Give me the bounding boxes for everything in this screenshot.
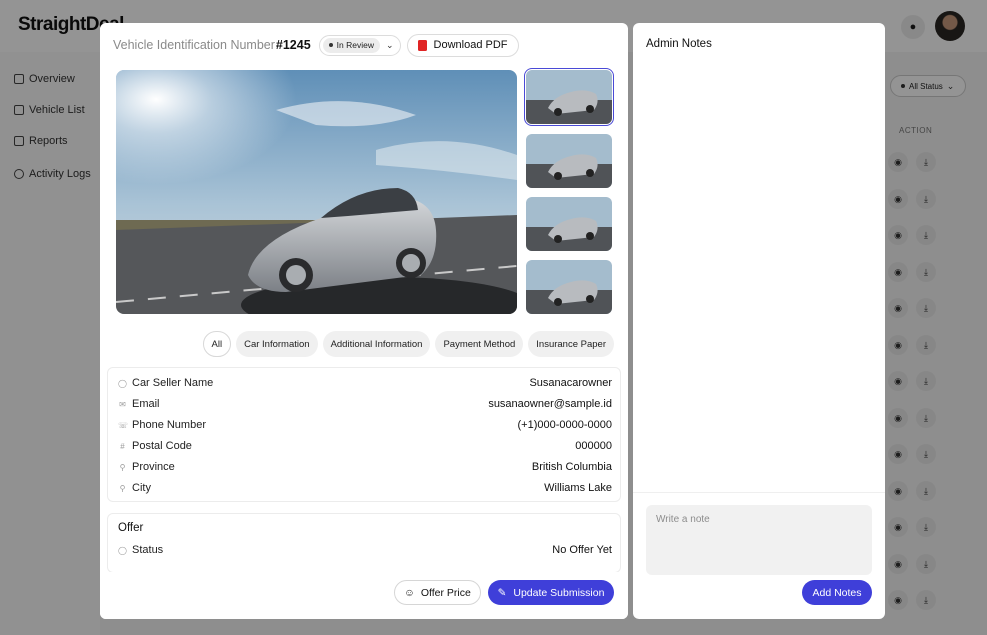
vin-label: Vehicle Identification Number xyxy=(113,38,275,52)
info-label: Phone Number xyxy=(132,419,206,431)
tab-car-information[interactable]: Car Information xyxy=(236,331,318,357)
photo-thumbnail[interactable] xyxy=(526,134,612,188)
thumbnail-image xyxy=(526,260,612,314)
seller-info-card: ◯ Car Seller Name Susanacarowner ✉ Email s… xyxy=(107,367,621,502)
panel-footer: ☺ Offer Price ✎ Update Submission xyxy=(100,572,628,619)
offer-card: Offer ◯ Status No Offer Yet xyxy=(107,513,621,573)
info-label: Car Seller Name xyxy=(132,377,214,389)
thumbnail-image xyxy=(526,70,612,124)
info-label: Province xyxy=(132,461,175,473)
photo-thumbnail[interactable] xyxy=(524,68,614,126)
info-value: No Offer Yet xyxy=(552,544,612,556)
info-row-city: ⚲ City Williams Lake xyxy=(118,479,612,497)
status-badge-label: In Review xyxy=(336,40,374,50)
add-notes-button[interactable]: Add Notes xyxy=(802,580,872,605)
note-input[interactable] xyxy=(646,505,872,575)
tab-payment-method[interactable]: Payment Method xyxy=(435,331,524,357)
info-value: British Columbia xyxy=(531,461,612,473)
info-row-email: ✉ Email susanaowner@sample.id xyxy=(118,395,612,413)
offer-price-label: Offer Price xyxy=(420,586,471,599)
divider xyxy=(633,492,885,493)
chevron-down-icon: ⌄ xyxy=(386,39,394,50)
phone-icon: ☏ xyxy=(118,420,129,430)
vehicle-detail-panel: Vehicle Identification Number #1245 In R… xyxy=(100,23,628,619)
user-icon: ◯ xyxy=(118,378,127,388)
pdf-icon xyxy=(417,39,427,51)
thumbnail-image xyxy=(526,197,612,251)
update-submission-button[interactable]: ✎ Update Submission xyxy=(488,580,614,605)
status-dropdown[interactable]: In Review ⌄ xyxy=(318,34,401,56)
panel-header: Vehicle Identification Number #1245 In R… xyxy=(113,33,519,57)
photo-thumbnail[interactable] xyxy=(526,197,612,251)
info-label: Email xyxy=(132,398,160,410)
user-icon: ◯ xyxy=(118,545,127,555)
status-badge: In Review xyxy=(322,37,380,53)
thumbnail-image xyxy=(526,134,612,188)
main-vehicle-photo[interactable] xyxy=(116,70,517,314)
info-label: Postal Code xyxy=(132,440,192,452)
info-value: 000000 xyxy=(575,440,612,452)
update-submission-label: Update Submission xyxy=(513,586,605,599)
info-row-province: ⚲ Province British Columbia xyxy=(118,458,612,476)
info-value: susanaowner@sample.id xyxy=(488,398,612,410)
tab-additional-information[interactable]: Additional Information xyxy=(322,331,431,357)
car-photo-image xyxy=(116,70,517,314)
info-value: (+1)000-0000-0000 xyxy=(517,419,613,431)
pin-icon: ⚲ xyxy=(119,483,126,493)
offer-title: Offer xyxy=(118,522,144,534)
status-dot-icon xyxy=(328,43,333,47)
info-value: Williams Lake xyxy=(544,482,612,494)
admin-notes-title: Admin Notes xyxy=(646,38,712,50)
hand-coin-icon: ☺ xyxy=(404,586,415,599)
info-row-postal-code: # Postal Code 000000 xyxy=(118,437,612,455)
info-label: City xyxy=(132,482,151,494)
download-pdf-button[interactable]: Download PDF xyxy=(406,33,519,57)
hash-icon: # xyxy=(120,441,125,451)
pin-icon: ⚲ xyxy=(119,462,126,472)
info-label: Status xyxy=(132,544,164,556)
admin-notes-panel: Admin Notes Add Notes xyxy=(633,23,885,619)
download-pdf-label: Download PDF xyxy=(433,39,508,51)
tab-insurance-paper[interactable]: Insurance Paper xyxy=(528,331,614,357)
vin-number: #1245 xyxy=(275,38,311,52)
pencil-icon: ✎ xyxy=(497,586,507,599)
info-row-phone: ☏ Phone Number (+1)000-0000-0000 xyxy=(118,416,612,434)
mail-icon: ✉ xyxy=(119,399,126,409)
info-value: Susanacarowner xyxy=(529,377,612,389)
info-row-offer-status: ◯ Status No Offer Yet xyxy=(118,541,612,559)
offer-price-button[interactable]: ☺ Offer Price xyxy=(394,580,481,605)
tab-all[interactable]: All xyxy=(202,331,232,357)
info-row-seller-name: ◯ Car Seller Name Susanacarowner xyxy=(118,374,612,392)
section-tabs: All Car Information Additional Informati… xyxy=(202,331,614,357)
photo-thumbnail[interactable] xyxy=(526,260,612,314)
